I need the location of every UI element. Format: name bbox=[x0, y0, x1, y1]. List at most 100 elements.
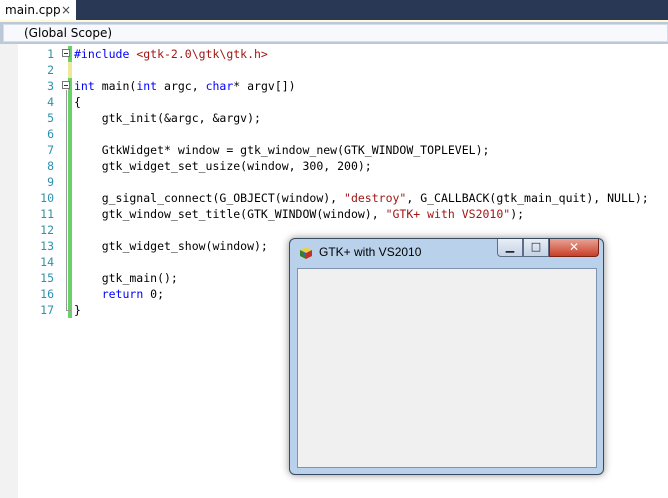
code-line[interactable]: 9 bbox=[0, 174, 668, 190]
caption-buttons: ▁ □ ✕ bbox=[497, 239, 599, 258]
window-title-bar[interactable]: GTK+ with VS2010 ▁ □ ✕ bbox=[290, 239, 603, 267]
keyword-token: int bbox=[74, 79, 95, 93]
line-number: 9 bbox=[47, 175, 54, 189]
code-line[interactable]: 3 int main(int argc, char* argv[]) bbox=[0, 78, 668, 94]
code-token: gtk_init(&argc, &argv); bbox=[74, 111, 261, 125]
maximize-icon: □ bbox=[530, 240, 542, 253]
code-text: #include <gtk-2.0\gtk\gtk.h> bbox=[74, 46, 268, 62]
tab-close-icon[interactable]: × bbox=[61, 3, 71, 17]
code-line[interactable]: 12 bbox=[0, 222, 668, 238]
line-number: 14 bbox=[40, 255, 54, 269]
line-number: 2 bbox=[47, 63, 54, 77]
code-token: gtk_widget_show(window); bbox=[74, 239, 268, 253]
line-number: 1 bbox=[47, 47, 54, 61]
string-token: "destroy" bbox=[344, 191, 407, 205]
code-token: gtk_main(); bbox=[74, 271, 178, 285]
code-line[interactable]: 6 bbox=[0, 126, 668, 142]
code-line[interactable]: 8 gtk_widget_set_usize(window, 300, 200)… bbox=[0, 158, 668, 174]
change-marker bbox=[68, 206, 72, 222]
code-text: return 0; bbox=[74, 286, 164, 302]
code-token: } bbox=[74, 303, 81, 317]
code-line[interactable]: 1 #include <gtk-2.0\gtk\gtk.h> bbox=[0, 46, 668, 62]
keyword-token: int bbox=[136, 79, 158, 93]
code-text: g_signal_connect(G_OBJECT(window), "dest… bbox=[74, 190, 649, 206]
code-token: argc, bbox=[157, 79, 206, 93]
gtk-cube-icon bbox=[300, 247, 312, 259]
code-text: } bbox=[74, 302, 81, 318]
collapse-icon[interactable] bbox=[62, 81, 70, 89]
code-token: GtkWidget* window = gtk_window_new(GTK_W… bbox=[74, 143, 490, 157]
code-line[interactable]: 7 GtkWidget* window = gtk_window_new(GTK… bbox=[0, 142, 668, 158]
line-number: 4 bbox=[47, 95, 54, 109]
scope-dropdown[interactable]: (Global Scope) bbox=[3, 24, 668, 42]
code-token: main( bbox=[94, 79, 137, 93]
code-text: gtk_widget_show(window); bbox=[74, 238, 268, 254]
code-token: 0; bbox=[143, 287, 165, 301]
code-text: gtk_init(&argc, &argv); bbox=[74, 110, 261, 126]
line-number: 10 bbox=[40, 191, 54, 205]
code-line[interactable]: 5 gtk_init(&argc, &argv); bbox=[0, 110, 668, 126]
code-text: GtkWidget* window = gtk_window_new(GTK_W… bbox=[74, 142, 490, 158]
outline-guide bbox=[66, 90, 67, 310]
change-marker bbox=[68, 238, 72, 254]
line-number: 16 bbox=[40, 287, 54, 301]
line-number: 8 bbox=[47, 159, 54, 173]
code-token: gtk_widget_set_usize(window, 300, 200); bbox=[74, 159, 372, 173]
line-number: 7 bbox=[47, 143, 54, 157]
string-token: "GTK+ with VS2010" bbox=[385, 207, 511, 221]
window-client-area[interactable] bbox=[297, 268, 597, 468]
line-number: 12 bbox=[40, 223, 54, 237]
code-token: { bbox=[74, 95, 81, 109]
change-marker bbox=[68, 110, 72, 126]
outline-guide-end bbox=[66, 310, 71, 311]
minimize-icon: ▁ bbox=[505, 240, 515, 253]
code-text: gtk_widget_set_usize(window, 300, 200); bbox=[74, 158, 372, 174]
code-token: , G_CALLBACK(gtk_main_quit), NULL); bbox=[406, 191, 649, 205]
code-text: int main(int argc, char* argv[]) bbox=[74, 78, 296, 94]
keyword-token: return bbox=[101, 287, 144, 301]
change-marker bbox=[68, 254, 72, 270]
code-line[interactable]: 10 g_signal_connect(G_OBJECT(window), "d… bbox=[0, 190, 668, 206]
change-marker bbox=[68, 190, 72, 206]
line-number: 6 bbox=[47, 127, 54, 141]
keyword-token: char bbox=[205, 79, 234, 93]
minimize-button[interactable]: ▁ bbox=[497, 239, 523, 257]
keyword-token: #include bbox=[74, 47, 137, 61]
document-tab-strip: main.cpp × bbox=[0, 0, 668, 22]
code-line[interactable]: 4{ bbox=[0, 94, 668, 110]
line-number: 15 bbox=[40, 271, 54, 285]
line-number: 5 bbox=[47, 111, 54, 125]
change-marker bbox=[68, 286, 72, 302]
line-number: 17 bbox=[40, 303, 54, 317]
tab-main-cpp[interactable]: main.cpp × bbox=[0, 0, 76, 20]
line-number: 3 bbox=[47, 79, 54, 93]
code-text: gtk_main(); bbox=[74, 270, 178, 286]
change-marker bbox=[68, 270, 72, 286]
code-line[interactable]: 11 gtk_window_set_title(GTK_WINDOW(windo… bbox=[0, 206, 668, 222]
change-marker bbox=[68, 142, 72, 158]
code-text: gtk_window_set_title(GTK_WINDOW(window),… bbox=[74, 206, 524, 222]
navigation-bar: (Global Scope) bbox=[0, 22, 668, 45]
line-number: 11 bbox=[40, 207, 54, 221]
code-token: g_signal_connect(G_OBJECT(window), bbox=[74, 191, 345, 205]
maximize-button[interactable]: □ bbox=[523, 239, 549, 257]
tab-label: main.cpp bbox=[5, 3, 61, 17]
code-line[interactable]: 2 bbox=[0, 62, 668, 78]
change-marker bbox=[68, 62, 72, 78]
change-marker bbox=[68, 94, 72, 110]
string-token: <gtk-2.0\gtk\gtk.h> bbox=[136, 47, 268, 61]
close-icon: ✕ bbox=[568, 240, 580, 254]
code-token: * argv[]) bbox=[233, 79, 296, 93]
change-marker bbox=[68, 158, 72, 174]
close-button[interactable]: ✕ bbox=[549, 239, 599, 257]
change-marker bbox=[68, 222, 72, 238]
collapse-icon[interactable] bbox=[62, 49, 70, 57]
code-text: { bbox=[74, 94, 81, 110]
gtk-window[interactable]: GTK+ with VS2010 ▁ □ ✕ bbox=[289, 238, 604, 475]
window-title: GTK+ with VS2010 bbox=[319, 245, 422, 259]
change-marker bbox=[68, 126, 72, 142]
code-token: gtk_window_set_title(GTK_WINDOW(window), bbox=[74, 207, 386, 221]
change-marker bbox=[68, 174, 72, 190]
line-number: 13 bbox=[40, 239, 54, 253]
